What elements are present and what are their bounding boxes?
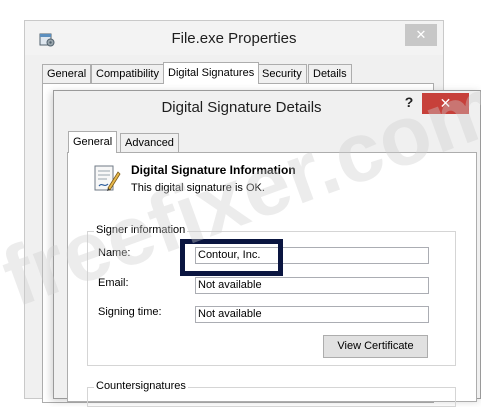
name-label: Name:: [98, 247, 131, 259]
tab-general[interactable]: General: [68, 131, 118, 153]
tab-security[interactable]: Security: [257, 64, 307, 83]
tab-general[interactable]: General: [42, 64, 92, 83]
tab-digital-signatures[interactable]: Digital Signatures: [163, 62, 260, 84]
general-tab-panel: Digital Signature Information This digit…: [67, 152, 477, 407]
email-label: Email:: [98, 277, 129, 289]
email-field[interactable]: Not available: [195, 277, 429, 294]
signing-time-label: Signing time:: [98, 306, 162, 318]
signature-status-text: This digital signature is OK.: [131, 182, 265, 194]
help-button[interactable]: ?: [402, 94, 416, 110]
dialog-title: Digital Signature Details: [161, 99, 322, 116]
certificate-icon: [94, 165, 121, 191]
signature-info-heading: Digital Signature Information: [131, 163, 296, 177]
dialog-close-button[interactable]: ✕: [422, 93, 469, 114]
tab-advanced[interactable]: Advanced: [120, 133, 179, 152]
view-certificate-button[interactable]: View Certificate: [323, 335, 428, 358]
signer-group-legend: Signer information: [94, 224, 188, 236]
name-highlight-box: [180, 239, 283, 276]
countersignatures-group: Countersignatures: [87, 380, 456, 407]
tab-compatibility[interactable]: Compatibility: [91, 64, 164, 83]
signing-time-field[interactable]: Not available: [195, 306, 429, 323]
file-properties-titlebar: File.exe Properties ✕: [25, 21, 443, 55]
countersignatures-legend: Countersignatures: [94, 380, 188, 392]
window-title: File.exe Properties: [171, 30, 297, 47]
outer-close-button[interactable]: ✕: [405, 24, 437, 46]
tab-details[interactable]: Details: [308, 64, 352, 83]
